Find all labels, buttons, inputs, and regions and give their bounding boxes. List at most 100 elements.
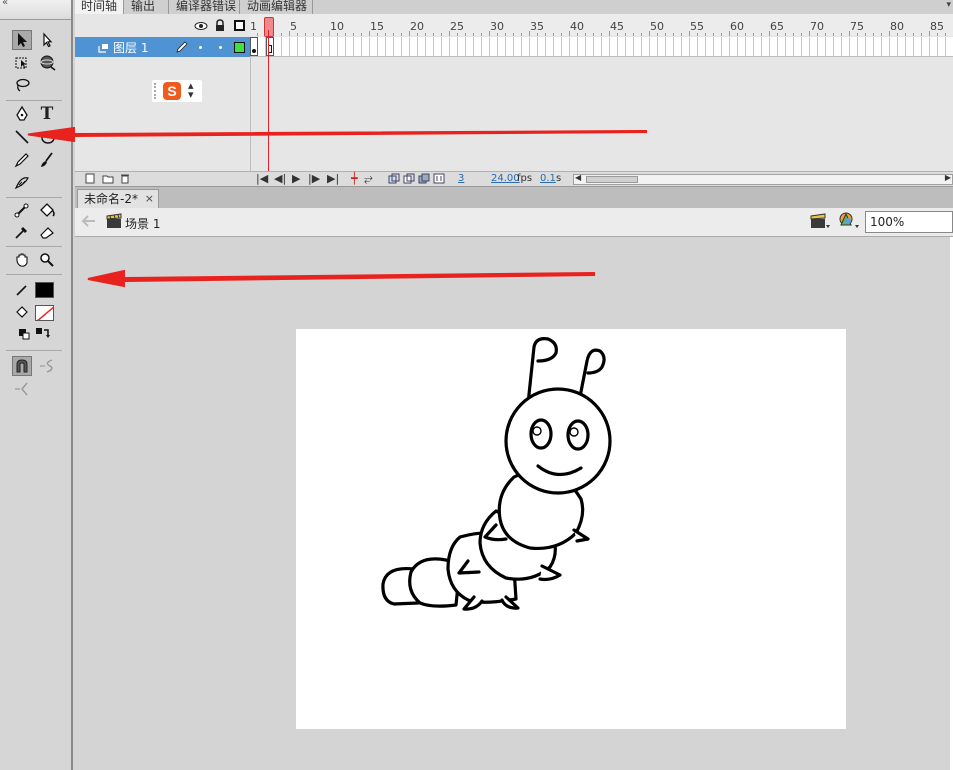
ruler-label: 80 xyxy=(890,20,904,33)
scene-name[interactable]: 场景 1 xyxy=(125,215,160,232)
ruler-tick xyxy=(425,33,426,36)
ruler-tick xyxy=(857,33,858,36)
zoom-field[interactable]: 100% xyxy=(865,211,953,233)
selection-tool-icon[interactable] xyxy=(12,30,32,50)
ruler-tick xyxy=(881,33,882,36)
stage-canvas[interactable] xyxy=(296,329,846,729)
go-to-first-frame-icon[interactable]: |◀ xyxy=(256,172,268,185)
stroke-color-icon xyxy=(12,280,32,300)
frames-row[interactable] xyxy=(250,37,953,57)
ruler-tick xyxy=(577,33,578,36)
ruler-tick xyxy=(625,33,626,36)
brush-tool-icon[interactable] xyxy=(37,150,57,170)
ruler-tick xyxy=(449,31,450,36)
free-transform-tool-icon[interactable] xyxy=(12,53,32,73)
pencil-tool-icon[interactable] xyxy=(12,150,32,170)
document-tab[interactable]: 未命名-2* × xyxy=(77,189,159,209)
layer-row[interactable]: 图层 1 xyxy=(75,37,250,57)
step-back-icon[interactable]: ◀| xyxy=(274,172,286,185)
swap-colors-icon[interactable] xyxy=(34,326,50,342)
tab-compiler-errors[interactable]: 编译器错误 xyxy=(170,0,240,14)
eraser-tool-icon[interactable] xyxy=(37,222,57,242)
hand-tool-icon[interactable] xyxy=(12,250,32,270)
go-to-last-frame-icon[interactable]: ▶| xyxy=(327,172,339,185)
onion-skin-icon[interactable] xyxy=(388,173,400,187)
playhead-line xyxy=(268,30,269,186)
3d-rotation-tool-icon[interactable] xyxy=(37,53,57,73)
text-tool-icon[interactable]: T xyxy=(37,104,57,124)
frame-area[interactable] xyxy=(250,57,953,171)
trash-icon[interactable] xyxy=(120,173,130,187)
tools-divider xyxy=(6,197,62,198)
ime-mode-icon[interactable]: ▴ ▾ xyxy=(188,80,194,100)
layer-name[interactable]: 图层 1 xyxy=(113,39,148,56)
eye-icon[interactable] xyxy=(194,20,208,32)
edit-scene-icon[interactable] xyxy=(809,212,831,233)
new-layer-icon[interactable] xyxy=(85,173,95,187)
step-forward-icon[interactable]: |▶ xyxy=(308,172,320,185)
frame-rate[interactable]: 24.00 xyxy=(491,173,520,184)
lock-icon[interactable] xyxy=(214,19,226,32)
ime-toolbar[interactable]: S ▴ ▾ xyxy=(152,80,202,102)
play-icon[interactable]: ▶ xyxy=(292,172,300,185)
subselection-tool-icon[interactable] xyxy=(37,30,57,50)
ruler-tick xyxy=(369,31,370,36)
layer-icon xyxy=(97,41,109,56)
keyframe[interactable] xyxy=(250,37,258,56)
ruler-tick xyxy=(721,33,722,36)
playhead[interactable] xyxy=(264,17,274,37)
panel-menu-icon[interactable]: ▾ xyxy=(946,0,951,10)
ruler-tick xyxy=(481,33,482,36)
pen-tool-icon[interactable] xyxy=(12,104,32,124)
caterpillar-drawing[interactable] xyxy=(296,329,846,729)
snap-to-objects-icon[interactable] xyxy=(12,356,32,376)
stroke-color-swatch[interactable] xyxy=(35,282,54,298)
elapsed-time-unit: s xyxy=(556,173,562,184)
ruler-tick xyxy=(809,31,810,36)
lasso-tool-icon[interactable] xyxy=(12,76,32,96)
edit-multiple-frames-icon[interactable] xyxy=(418,173,430,187)
tools-panel-grip[interactable]: « xyxy=(0,0,71,20)
ime-badge: S xyxy=(163,82,181,100)
scrollbar-thumb[interactable] xyxy=(586,176,638,183)
loop-icon[interactable]: ⥂ xyxy=(364,172,373,186)
default-colors-icon[interactable] xyxy=(16,326,32,342)
current-frame[interactable]: 3 xyxy=(458,173,464,184)
ruler-tick xyxy=(553,33,554,36)
back-arrow-icon[interactable] xyxy=(81,214,97,231)
ruler-label: 20 xyxy=(410,20,424,33)
close-icon[interactable]: × xyxy=(145,190,154,208)
onion-skin-outlines-icon[interactable] xyxy=(403,173,415,187)
frame-ruler[interactable]: 1 5 10 15 20 25 30 35 40 45 50 55 60 65 70 75 80 85 xyxy=(250,14,953,36)
tab-motion-editor[interactable]: 动画编辑器 xyxy=(241,0,313,14)
zoom-tool-icon[interactable] xyxy=(37,250,57,270)
layer-outline-swatch[interactable] xyxy=(234,42,245,53)
fill-color-swatch[interactable] xyxy=(35,305,54,321)
deco-tool-icon[interactable] xyxy=(12,173,32,193)
layer-lock-dot[interactable] xyxy=(219,46,222,49)
bone-tool-icon[interactable] xyxy=(12,200,32,220)
edit-symbols-icon[interactable] xyxy=(837,211,861,234)
ruler-tick xyxy=(305,33,306,36)
scene-clapper-icon xyxy=(106,213,122,232)
paint-bucket-tool-icon[interactable] xyxy=(37,200,57,220)
ruler-label: 55 xyxy=(690,20,704,33)
tab-output[interactable]: 输出 xyxy=(125,0,169,14)
ruler-tick xyxy=(737,33,738,36)
smooth-icon[interactable] xyxy=(37,356,57,376)
ruler-tick xyxy=(361,33,362,36)
layer-visible-dot[interactable] xyxy=(199,46,202,49)
tab-timeline[interactable]: 时间轴 xyxy=(75,0,124,14)
straighten-icon[interactable] xyxy=(12,379,32,399)
ruler-tick xyxy=(537,33,538,36)
ruler-tick xyxy=(793,33,794,36)
elapsed-time[interactable]: 0.1 xyxy=(540,173,556,184)
scroll-left-icon[interactable]: ◀ xyxy=(575,173,581,182)
eyedropper-tool-icon[interactable] xyxy=(12,222,32,242)
ruler-tick xyxy=(705,33,706,36)
modify-onion-markers-icon[interactable] xyxy=(433,173,445,187)
center-frame-icon[interactable]: ┿ xyxy=(351,172,358,185)
outline-icon[interactable] xyxy=(234,20,245,31)
scroll-right-icon[interactable]: ▶ xyxy=(945,173,951,182)
timeline-horizontal-scrollbar[interactable]: ◀ ▶ xyxy=(573,173,953,185)
